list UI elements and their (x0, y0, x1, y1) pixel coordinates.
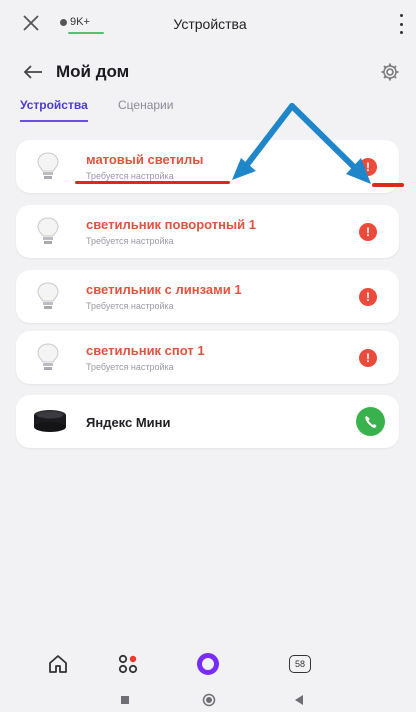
device-card[interactable]: Яндекс Мини (16, 395, 399, 448)
gear-icon[interactable] (380, 62, 400, 82)
device-status: Требуется настройка (86, 171, 174, 181)
more-menu-icon[interactable] (396, 14, 406, 34)
close-icon[interactable] (18, 10, 44, 36)
device-name: светильник поворотный 1 (86, 217, 256, 232)
home-icon[interactable] (44, 650, 72, 678)
alice-assistant-icon[interactable] (194, 650, 222, 678)
alert-icon[interactable]: ! (359, 349, 377, 367)
device-name: светильник с линзами 1 (86, 282, 242, 297)
device-card[interactable]: светильник спот 1 Требуется настройка ! (16, 331, 399, 384)
services-grid-icon[interactable] (114, 650, 142, 678)
speaker-icon (34, 410, 66, 432)
tab-scenarios[interactable]: Сценарии (118, 98, 173, 112)
tab-devices[interactable]: Устройства (20, 98, 88, 122)
bulb-icon (37, 282, 59, 309)
device-status: Требуется настройка (86, 362, 174, 372)
back-arrow-icon[interactable] (22, 62, 44, 82)
bottom-navigation: 58 (0, 642, 416, 684)
device-card[interactable]: светильник поворотный 1 Требуется настро… (16, 205, 399, 258)
chip-underline (68, 32, 104, 34)
device-name: Яндекс Мини (86, 415, 171, 430)
chat-bubble-icon (60, 18, 67, 26)
device-card[interactable]: матовый светилы Требуется настройка ! (16, 140, 399, 193)
device-name: светильник спот 1 (86, 343, 205, 358)
page-title: Мой дом (56, 62, 130, 81)
device-name: матовый светилы (86, 152, 204, 167)
back-triangle-icon[interactable] (292, 693, 306, 707)
bulb-icon (37, 217, 59, 244)
alert-icon[interactable]: ! (359, 223, 377, 241)
recent-apps-icon[interactable] (118, 693, 132, 707)
device-status: Требуется настройка (86, 236, 174, 246)
bulb-icon (37, 343, 59, 370)
alert-icon[interactable]: ! (359, 158, 377, 176)
annotation-underline (75, 181, 230, 184)
browser-top-bar: 9K+ Устройства (0, 0, 416, 50)
device-status: Требуется настройка (86, 301, 174, 311)
annotation-underline (372, 183, 404, 187)
browser-tab-title[interactable]: Устройства (150, 16, 270, 32)
home-circle-icon[interactable] (202, 693, 216, 707)
device-card[interactable]: светильник с линзами 1 Требуется настрой… (16, 270, 399, 323)
notifications-chip[interactable]: 9K+ (60, 8, 112, 36)
alert-icon[interactable]: ! (359, 288, 377, 306)
system-navigation (0, 687, 416, 711)
phone-icon[interactable] (356, 407, 385, 436)
tabs-count: 58 (289, 655, 311, 673)
notifications-count: 9K+ (70, 16, 90, 28)
bulb-icon (37, 152, 59, 179)
tabs-counter-button[interactable]: 58 (286, 650, 314, 678)
